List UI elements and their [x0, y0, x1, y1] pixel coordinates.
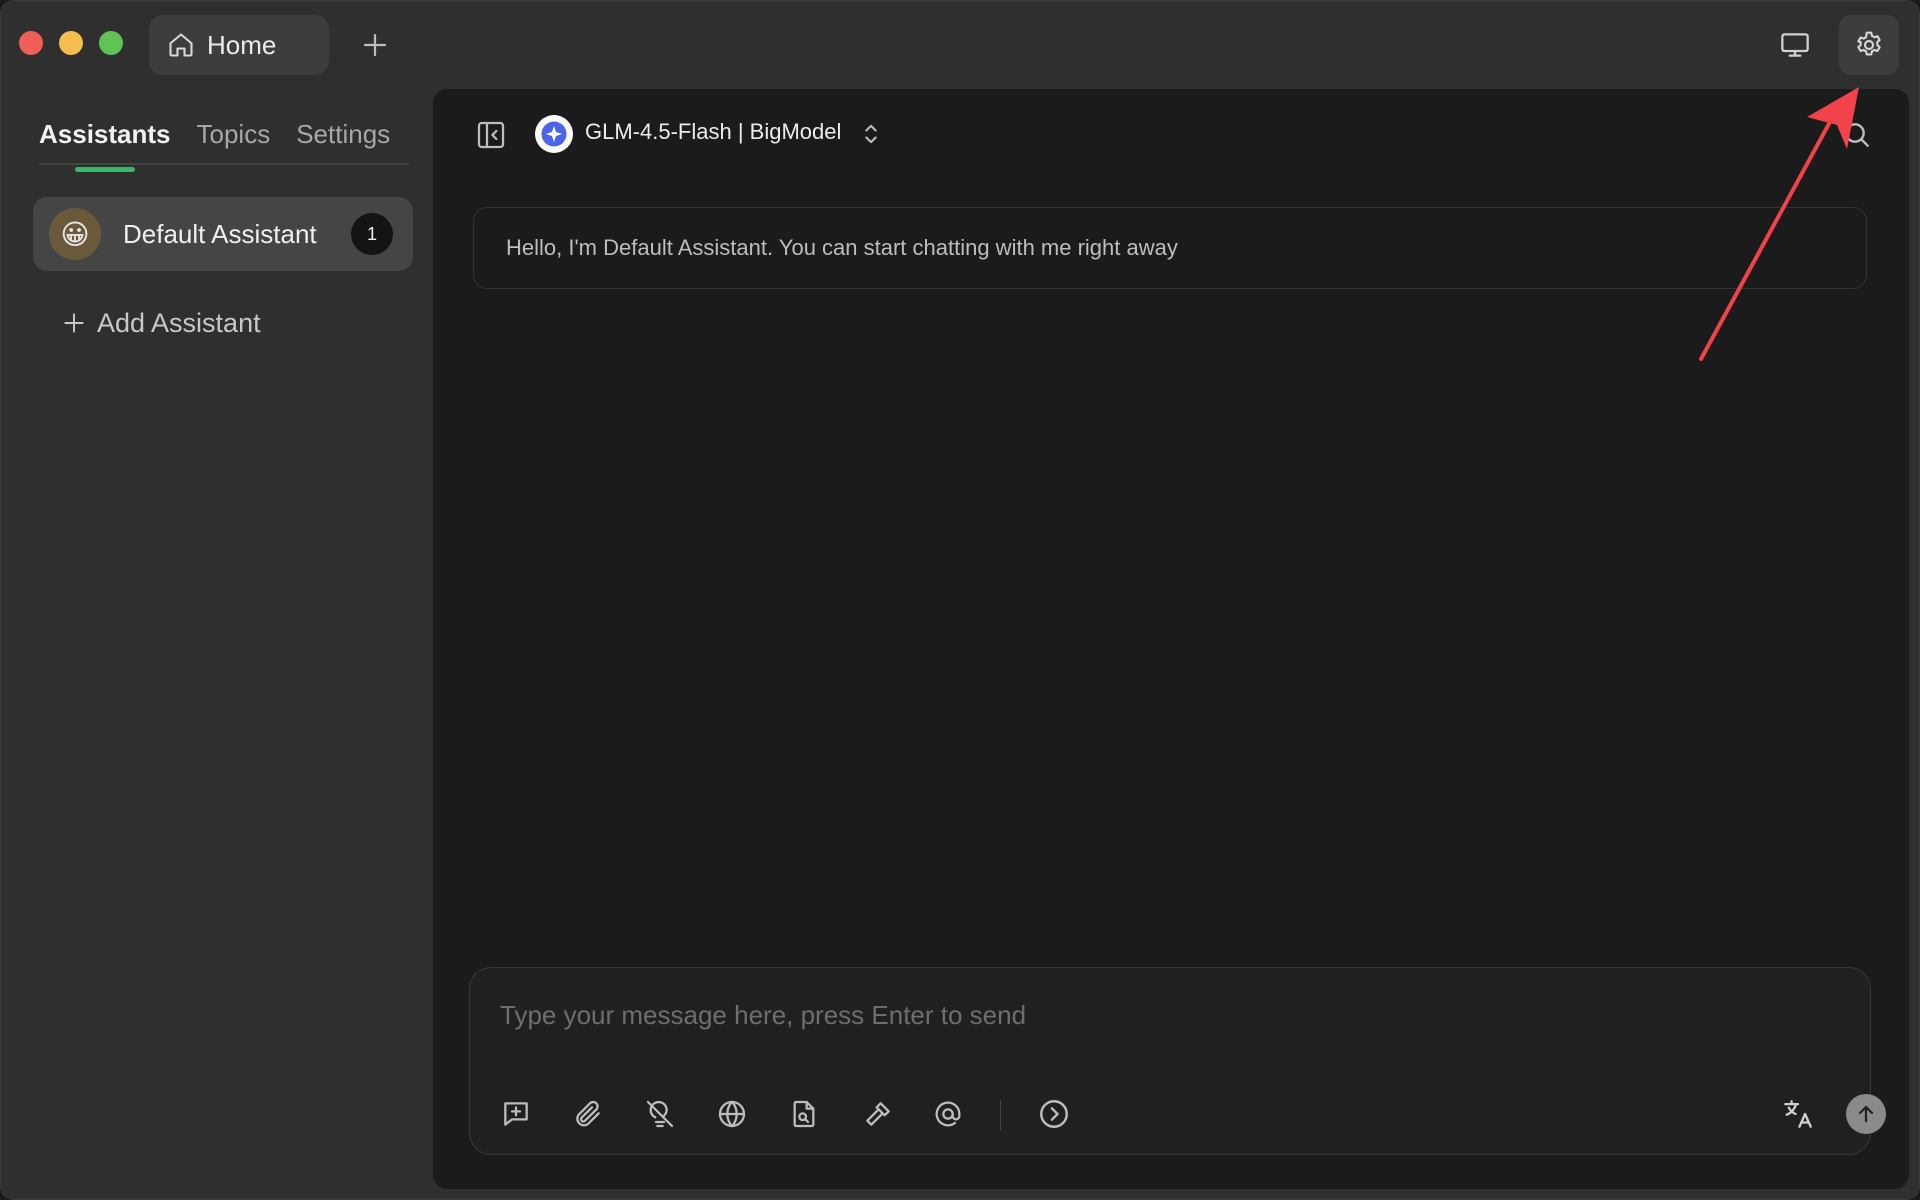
translate-button[interactable]: [1776, 1092, 1820, 1136]
add-tab-button[interactable]: [353, 23, 397, 67]
expand-tools-button[interactable]: [1032, 1092, 1076, 1136]
lightbulb-off-icon: [644, 1098, 676, 1130]
arrow-up-icon: [1854, 1102, 1878, 1126]
app-window: Home Assistants Topics Settings 😀 Defaul…: [0, 0, 1920, 1200]
send-button[interactable]: [1846, 1094, 1886, 1134]
tab-settings[interactable]: Settings: [296, 109, 390, 163]
paperclip-icon: [572, 1098, 604, 1130]
new-topic-button[interactable]: [494, 1092, 538, 1136]
tab-home[interactable]: Home: [149, 15, 329, 75]
assistant-item-default[interactable]: 😀 Default Assistant 1: [33, 197, 413, 271]
model-logo-icon: [535, 115, 573, 153]
welcome-message: Hello, I'm Default Assistant. You can st…: [473, 207, 1867, 289]
search-button[interactable]: [1835, 113, 1879, 157]
model-selector-toggle[interactable]: [857, 117, 885, 151]
window-minimize-button[interactable]: [59, 31, 83, 55]
circle-arrow-right-icon: [1037, 1097, 1071, 1131]
plus-icon: [61, 310, 87, 336]
reasoning-toggle-button[interactable]: [638, 1092, 682, 1136]
mcp-tools-button[interactable]: [856, 1092, 900, 1136]
search-icon: [1841, 119, 1873, 151]
tab-home-label: Home: [207, 29, 277, 60]
plus-icon: [360, 30, 390, 60]
translate-icon: [1781, 1097, 1815, 1131]
gear-icon: [1853, 29, 1885, 61]
home-icon: [167, 31, 195, 59]
globe-icon: [716, 1098, 748, 1130]
sidebar-tabs: Assistants Topics Settings: [39, 109, 409, 165]
model-selector[interactable]: GLM-4.5-Flash | BigModel: [585, 119, 841, 145]
attach-file-button[interactable]: [566, 1092, 610, 1136]
tab-topics[interactable]: Topics: [197, 109, 271, 163]
toggle-sidebar-button[interactable]: [469, 113, 513, 157]
knowledge-file-icon: [788, 1098, 820, 1130]
display-button[interactable]: [1771, 21, 1819, 69]
title-bar: Home: [1, 1, 1919, 89]
tab-assistants[interactable]: Assistants: [39, 109, 171, 163]
sidebar-collapse-icon: [475, 119, 507, 151]
settings-button[interactable]: [1839, 15, 1899, 75]
message-composer: [469, 967, 1886, 1155]
hammer-icon: [862, 1098, 894, 1130]
topic-count-badge: 1: [351, 213, 393, 255]
active-tab-indicator: [75, 167, 135, 172]
monitor-icon: [1779, 29, 1811, 61]
new-topic-icon: [500, 1098, 532, 1130]
avatar: 😀: [49, 208, 101, 260]
chevron-up-down-icon: [861, 120, 881, 148]
message-input[interactable]: [498, 994, 1802, 1036]
add-assistant-label: Add Assistant: [97, 307, 261, 338]
sidebar: Assistants Topics Settings 😀 Default Ass…: [1, 89, 433, 1199]
assistant-name: Default Assistant: [123, 218, 317, 249]
toolbar-divider: [1000, 1100, 1001, 1130]
window-close-button[interactable]: [19, 31, 43, 55]
window-maximize-button[interactable]: [99, 31, 123, 55]
web-search-button[interactable]: [710, 1092, 754, 1136]
chat-header: GLM-4.5-Flash | BigModel: [433, 89, 1909, 179]
mention-model-button[interactable]: [926, 1092, 970, 1136]
chat-panel: GLM-4.5-Flash | BigModel Hello, I'm Defa…: [433, 89, 1909, 1189]
add-assistant-button[interactable]: Add Assistant: [61, 303, 261, 343]
knowledge-base-button[interactable]: [782, 1092, 826, 1136]
at-icon: [932, 1098, 964, 1130]
